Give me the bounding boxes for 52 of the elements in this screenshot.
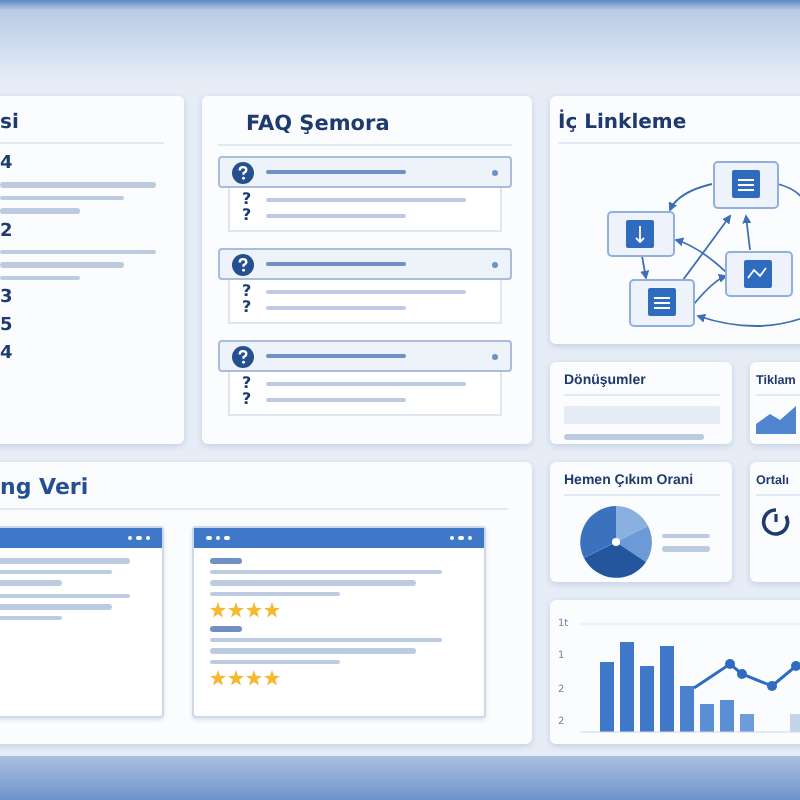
placeholder-line <box>0 558 130 563</box>
placeholder-line <box>266 261 406 267</box>
placeholder-line <box>662 546 710 551</box>
placeholder-line <box>0 275 80 280</box>
placeholder-line <box>210 558 242 563</box>
window-dots-icon <box>449 535 472 541</box>
area-chart-drawing <box>756 406 796 434</box>
faq-question-bar[interactable] <box>218 156 512 188</box>
placeholder-line <box>265 305 406 311</box>
placeholder-line <box>662 533 710 538</box>
placeholder-line <box>266 169 406 175</box>
placeholder-line <box>0 580 62 585</box>
question-mark: ? <box>242 392 252 408</box>
item-number: 5 <box>0 316 15 336</box>
card-title: si <box>0 112 21 138</box>
question-mark: ? <box>242 284 252 300</box>
help-icon <box>232 253 254 275</box>
toggle-dot <box>492 169 498 175</box>
placeholder-line <box>210 591 339 596</box>
placeholder-line <box>210 626 242 631</box>
card-title: FAQ Şemora <box>244 112 392 140</box>
placeholder-line <box>0 569 113 574</box>
placeholder-line <box>210 659 339 664</box>
toggle-dot <box>492 261 498 267</box>
panel-title: ng Veri <box>0 474 91 504</box>
window-dots-icon <box>127 535 150 541</box>
item-number: 4 <box>0 344 15 364</box>
question-mark: ? <box>242 376 252 392</box>
placeholder-line <box>0 195 124 200</box>
timer-icon <box>760 506 792 538</box>
placeholder-line <box>564 434 704 439</box>
question-mark: ? <box>242 192 252 208</box>
help-icon <box>232 345 254 367</box>
faq-question-bar[interactable] <box>218 248 512 280</box>
placeholder-line <box>0 593 130 598</box>
placeholder-line <box>0 615 62 620</box>
placeholder-line <box>265 213 406 219</box>
window-dots-icon <box>206 535 229 541</box>
card-title: İç Linkleme <box>558 112 689 138</box>
placeholder-line <box>0 262 124 267</box>
question-mark: ? <box>242 300 252 316</box>
help-icon <box>232 161 254 183</box>
placeholder-line <box>0 208 80 213</box>
placeholder-line <box>0 604 113 609</box>
item-number: 4 <box>0 154 15 174</box>
placeholder-line <box>265 397 406 403</box>
placeholder-line <box>266 353 406 359</box>
question-mark: ? <box>242 208 252 224</box>
item-number: 2 <box>0 221 15 241</box>
faq-question-bar[interactable] <box>218 340 512 372</box>
item-number: 3 <box>0 288 15 308</box>
toggle-dot <box>492 353 498 359</box>
